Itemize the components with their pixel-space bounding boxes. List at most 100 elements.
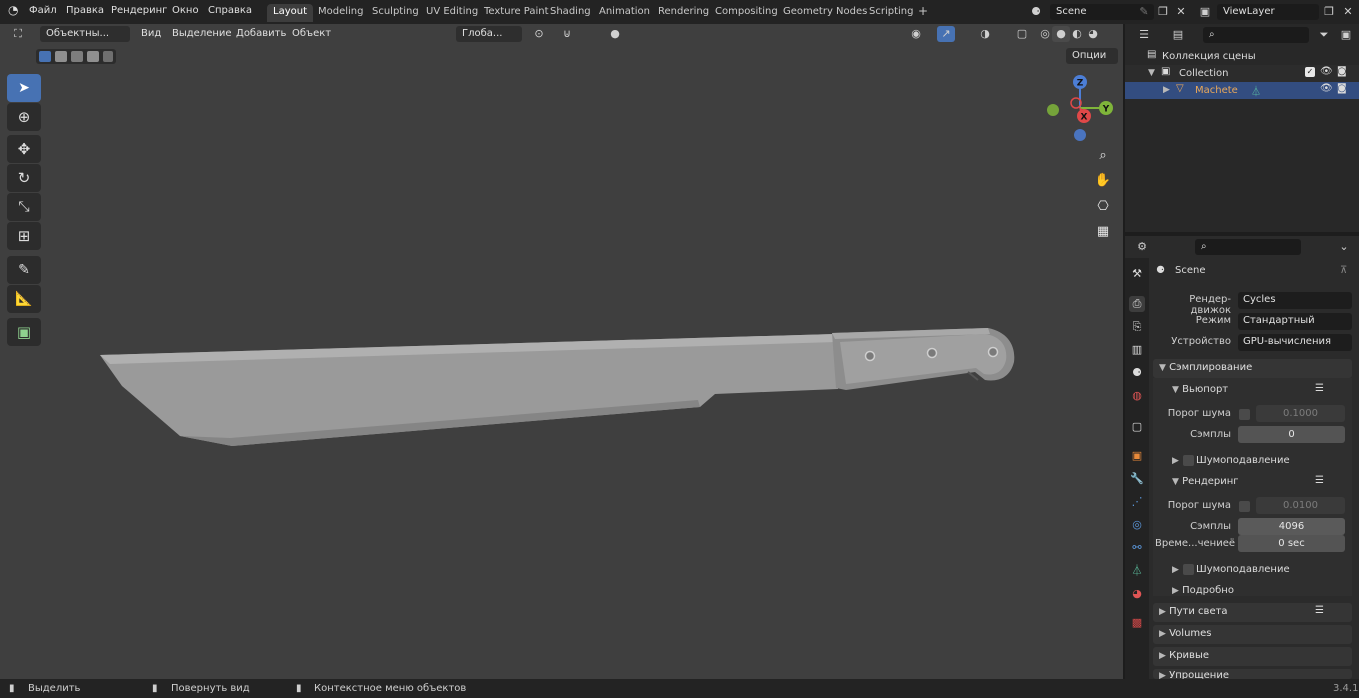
- properties-dropdown-icon[interactable]: ⌄: [1335, 239, 1353, 255]
- menu-file[interactable]: Файл: [29, 5, 57, 16]
- viewport-subpanel-header[interactable]: ▼ Вьюпорт: [1172, 384, 1228, 395]
- new-collection-icon[interactable]: ▣: [1337, 27, 1355, 43]
- sampling-panel-header[interactable]: ▼ Сэмплирование: [1153, 359, 1352, 378]
- outliner-row-scene-collection[interactable]: ▤ Коллекция сцены: [1125, 48, 1359, 65]
- tab-modifier-icon[interactable]: 🔧: [1129, 471, 1145, 487]
- advanced-subpanel-header[interactable]: ▶ Подробно: [1172, 585, 1234, 596]
- new-view-layer-icon[interactable]: ❐: [1320, 4, 1338, 20]
- select-invert-icon[interactable]: [87, 51, 99, 62]
- outliner-row-machete[interactable]: ▶ ▽ Machete ⏃ 👁 ◙: [1125, 82, 1359, 99]
- tab-scene-icon[interactable]: ⚈: [1129, 365, 1145, 381]
- filter-icon[interactable]: ⏷: [1315, 27, 1333, 43]
- menu-edit[interactable]: Правка: [66, 5, 104, 16]
- mesh-data-icon[interactable]: ⏃: [1251, 83, 1261, 98]
- outliner-editor-icon[interactable]: ☰: [1135, 27, 1153, 43]
- tab-uv-editing[interactable]: UV Editing: [420, 4, 484, 22]
- gizmo-toggle-icon[interactable]: ↗: [937, 26, 955, 42]
- navigation-gizmo[interactable]: Z Y X: [1042, 72, 1118, 144]
- machete-model[interactable]: [0, 24, 1123, 679]
- delete-scene-icon[interactable]: ✕: [1172, 4, 1190, 20]
- light-paths-presets-icon[interactable]: ☰: [1315, 605, 1324, 616]
- annotate-tool[interactable]: ✎: [7, 256, 41, 284]
- 3d-viewport[interactable]: [0, 24, 1123, 679]
- collection-eye-icon[interactable]: 👁: [1320, 66, 1333, 77]
- select-extend-icon[interactable]: [55, 51, 67, 62]
- viewport-presets-icon[interactable]: ☰: [1315, 383, 1324, 394]
- select-new-icon[interactable]: [39, 51, 51, 62]
- device-dropdown[interactable]: GPU-вычисления: [1238, 334, 1352, 351]
- overlay-icon[interactable]: ◑: [976, 26, 994, 42]
- viewport-noise-checkbox[interactable]: [1239, 409, 1250, 420]
- menu-render[interactable]: Рендеринг: [111, 5, 167, 16]
- render-presets-icon[interactable]: ☰: [1315, 475, 1324, 486]
- tab-texture-icon[interactable]: ▩: [1129, 615, 1145, 631]
- editor-type-icon[interactable]: ⛶: [9, 26, 27, 42]
- tab-collection-icon[interactable]: ▢: [1129, 419, 1145, 435]
- menu-help[interactable]: Справка: [208, 5, 252, 16]
- outliner-row-collection[interactable]: ▼ ▣ Collection ✓ 👁 ◙: [1125, 65, 1359, 82]
- tab-compositing[interactable]: Compositing: [709, 4, 784, 22]
- options-dropdown[interactable]: Опции: [1066, 48, 1118, 64]
- expand-collection-icon[interactable]: ▼: [1148, 68, 1155, 78]
- pivot-icon[interactable]: ⊙: [530, 26, 548, 42]
- menu-object[interactable]: Объект: [292, 28, 331, 39]
- tab-particles-icon[interactable]: ⋰: [1129, 494, 1145, 510]
- tab-render-icon[interactable]: ⎙: [1129, 296, 1145, 312]
- tab-rendering[interactable]: Rendering: [652, 4, 715, 22]
- menu-add[interactable]: Добавить: [236, 28, 286, 39]
- snap-icon[interactable]: ⊍: [558, 26, 576, 42]
- pin-icon[interactable]: ✎: [1135, 4, 1153, 20]
- cursor-tool[interactable]: ⊕: [7, 103, 41, 131]
- viewport-noise-field[interactable]: 0.1000: [1256, 405, 1345, 422]
- measure-tool[interactable]: 📐: [7, 285, 41, 313]
- mode-dropdown[interactable]: Объектны...: [40, 26, 130, 42]
- rotate-tool[interactable]: ↻: [7, 164, 41, 192]
- orientation-dropdown[interactable]: Глоба...: [456, 26, 522, 42]
- xray-icon[interactable]: ▢: [1013, 26, 1031, 42]
- menu-window[interactable]: Окно: [172, 5, 199, 16]
- render-noise-field[interactable]: 0.0100: [1256, 497, 1345, 514]
- tab-output-icon[interactable]: ⎘: [1129, 319, 1145, 335]
- tab-view-layer-icon[interactable]: ▥: [1129, 342, 1145, 358]
- tab-data-icon[interactable]: ⏃: [1129, 563, 1145, 579]
- move-tool[interactable]: ✥: [7, 135, 41, 163]
- properties-search-input[interactable]: ⌕: [1195, 239, 1301, 255]
- render-noise-checkbox[interactable]: [1239, 501, 1250, 512]
- viewport-samples-field[interactable]: 0: [1238, 426, 1345, 443]
- tab-object-icon[interactable]: ▣: [1129, 448, 1145, 464]
- properties-editor-icon[interactable]: ⚙: [1133, 239, 1151, 255]
- add-cube-tool[interactable]: ▣: [7, 318, 41, 346]
- object-eye-icon[interactable]: 👁: [1320, 83, 1333, 94]
- pin-properties-icon[interactable]: ⊼: [1340, 265, 1347, 276]
- camera-icon[interactable]: ⎔: [1092, 196, 1114, 218]
- render-subpanel-header[interactable]: ▼ Рендеринг: [1172, 476, 1239, 487]
- render-samples-field[interactable]: 4096: [1238, 518, 1345, 535]
- tab-animation[interactable]: Animation: [593, 4, 656, 22]
- delete-view-layer-icon[interactable]: ✕: [1339, 4, 1357, 20]
- tab-modeling[interactable]: Modeling: [312, 4, 370, 22]
- viewport-denoise-header[interactable]: ▶: [1172, 455, 1179, 466]
- engine-dropdown[interactable]: Cycles: [1238, 292, 1352, 309]
- tab-geometry-nodes[interactable]: Geometry Nodes: [777, 4, 873, 22]
- zoom-icon[interactable]: ⌕: [1092, 145, 1114, 167]
- expand-object-icon[interactable]: ▶: [1163, 85, 1170, 95]
- view-layer-field[interactable]: ViewLayer: [1217, 4, 1319, 20]
- new-scene-icon[interactable]: ❐: [1154, 4, 1172, 20]
- tab-constraints-icon[interactable]: ⚯: [1129, 540, 1145, 556]
- rendered-shading-icon[interactable]: ◕: [1084, 26, 1102, 42]
- collection-camera-icon[interactable]: ◙: [1337, 66, 1347, 77]
- tab-scripting[interactable]: Scripting: [863, 4, 919, 22]
- display-mode-icon[interactable]: ▤: [1169, 27, 1187, 43]
- volumes-panel-header[interactable]: ▶ Volumes: [1153, 625, 1352, 644]
- pan-hand-icon[interactable]: ✋: [1092, 170, 1114, 192]
- visibility-icon[interactable]: ◉: [907, 26, 925, 42]
- simplify-panel-header[interactable]: ▶ Упрощение: [1153, 669, 1352, 679]
- menu-select[interactable]: Выделение: [172, 28, 232, 39]
- viewport-denoise-checkbox[interactable]: [1183, 455, 1194, 466]
- tab-material-icon[interactable]: ◕: [1129, 586, 1145, 602]
- tab-layout[interactable]: Layout: [267, 4, 313, 22]
- tab-world-icon[interactable]: ◍: [1129, 388, 1145, 404]
- tab-shading[interactable]: Shading: [544, 4, 597, 22]
- light-paths-panel-header[interactable]: ▶ Пути света ☰: [1153, 603, 1352, 622]
- scene-icon[interactable]: ⚈: [1027, 4, 1045, 20]
